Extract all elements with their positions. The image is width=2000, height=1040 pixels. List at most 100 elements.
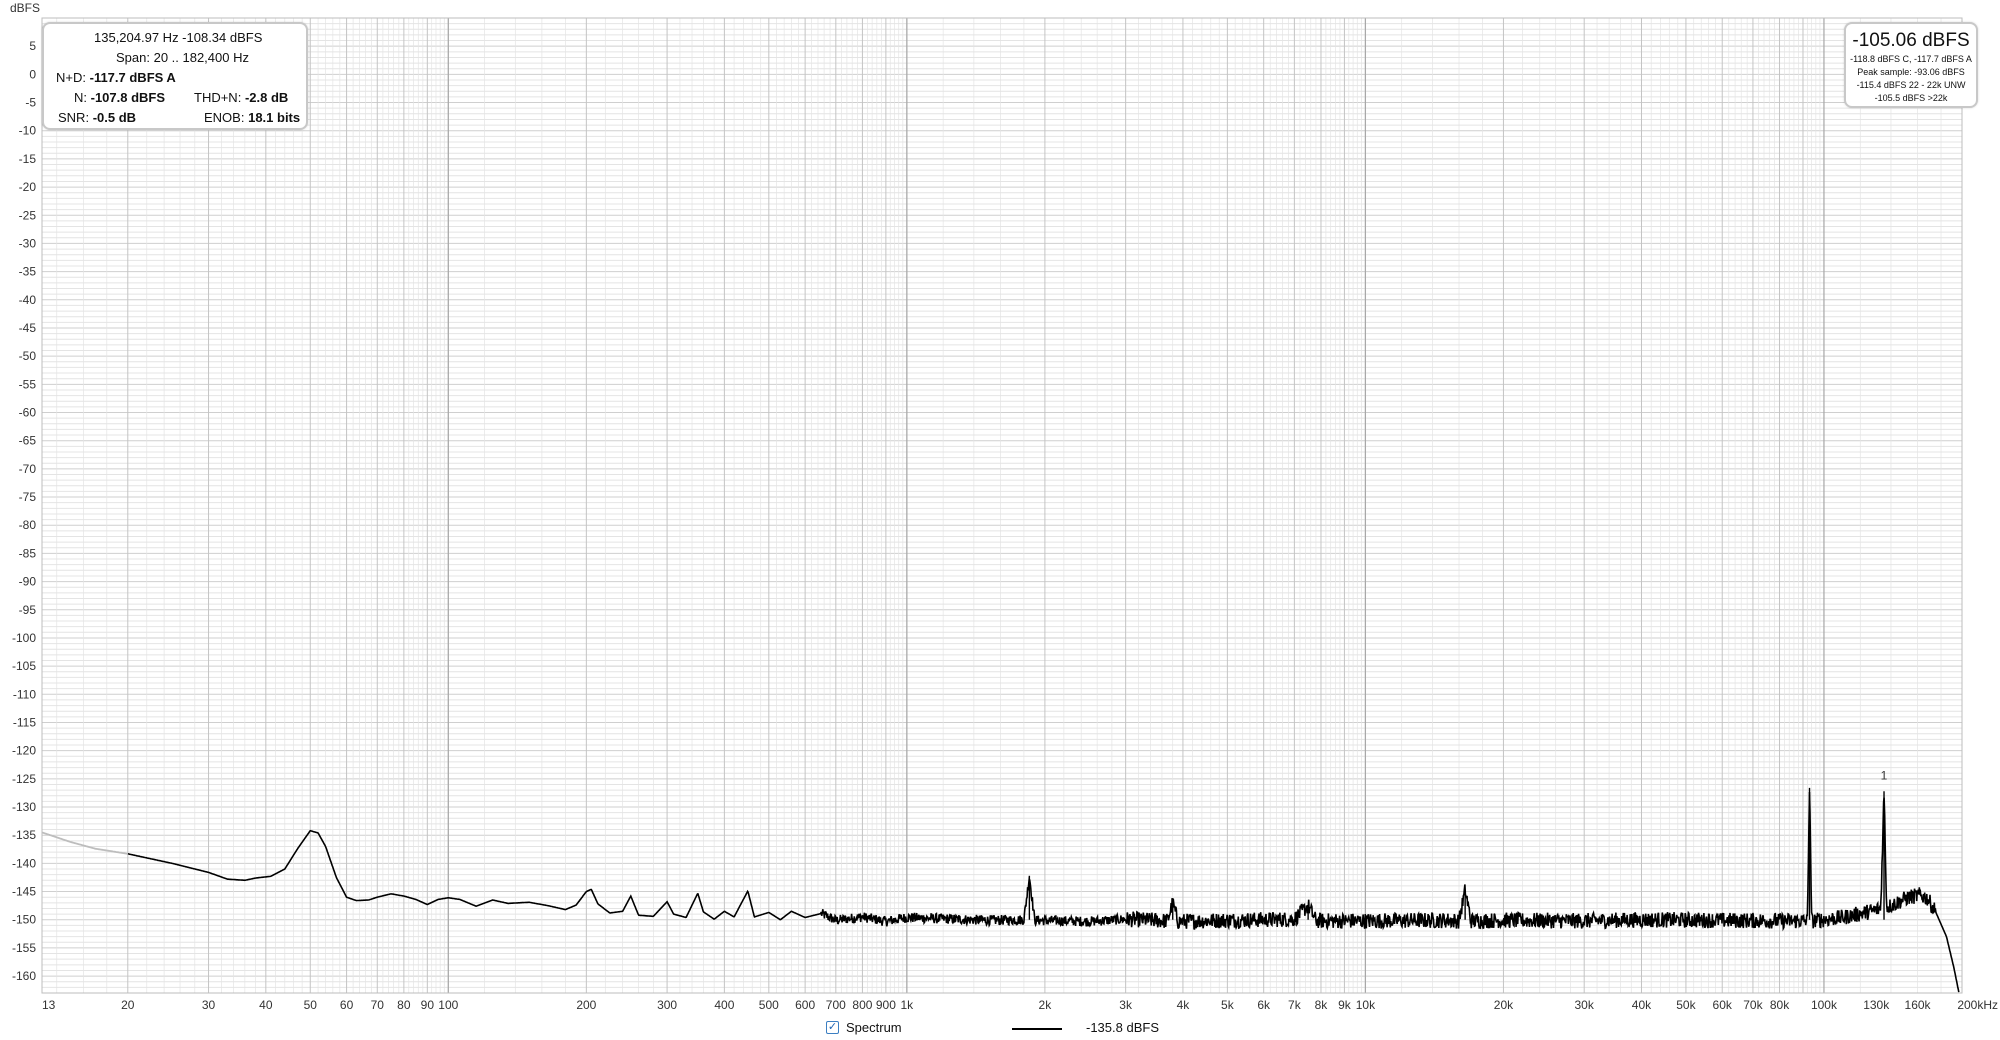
n-label: N: [74, 90, 87, 105]
x-tick-label: 13 [42, 998, 56, 1012]
thdn-value: -2.8 dB [244, 90, 289, 105]
peak-marker-label: 1 [1881, 768, 1888, 782]
x-tick-label: 5k [1221, 998, 1235, 1012]
enob-value: 18.1 bits [248, 110, 301, 125]
y-tick-label: 0 [29, 67, 36, 81]
enob-readout: ENOB: 18.1 bits [204, 108, 300, 128]
y-tick-label: -25 [19, 208, 37, 222]
y-tick-label: -75 [19, 490, 37, 504]
y-tick-label: -90 [19, 575, 37, 589]
legend-series-value: -135.8 dBFS [1086, 1020, 1159, 1035]
x-tick-label: 4k [1177, 998, 1191, 1012]
x-tick-label: 30 [202, 998, 216, 1012]
y-tick-label: -105 [12, 659, 36, 673]
level-unweighted: -115.4 dBFS 22 - 22k UNW [1856, 80, 1966, 90]
nd-label: N+D: [56, 70, 86, 85]
thdn-readout: THD+N: -2.8 dB [194, 88, 288, 108]
x-tick-label: 9k [1338, 998, 1352, 1012]
y-tick-label: -60 [19, 406, 37, 420]
y-tick-label: -20 [19, 180, 37, 194]
nd-readout: N+D: -117.7 dBFS A [56, 68, 176, 88]
y-tick-label: -155 [12, 941, 36, 955]
span-readout: Span: 20 .. 182,400 Hz [116, 50, 249, 65]
x-tick-label: 200kHz [1957, 998, 1998, 1012]
legend-series-label[interactable]: Spectrum [846, 1020, 902, 1035]
y-tick-label: -115 [13, 715, 36, 729]
y-tick-label: -35 [19, 265, 37, 279]
x-tick-label: 500 [759, 998, 779, 1012]
y-tick-label: -150 [12, 913, 36, 927]
x-tick-label: 6k [1257, 998, 1271, 1012]
y-tick-label: -95 [19, 603, 37, 617]
x-tick-label: 300 [657, 998, 677, 1012]
x-tick-label: 20 [121, 998, 135, 1012]
x-tick-label: 30k [1575, 998, 1595, 1012]
x-tick-label: 20k [1494, 998, 1514, 1012]
y-tick-label: -140 [12, 856, 36, 870]
x-tick-label: 50 [304, 998, 318, 1012]
y-tick-label: -110 [13, 687, 36, 701]
level-weighted: -118.8 dBFS C, -117.7 dBFS A [1850, 54, 1972, 64]
annotation-layer: 1 [1881, 768, 1888, 782]
y-tick-label: -160 [12, 969, 36, 983]
spectrum-visibility-checkbox[interactable]: ✓ [826, 1021, 839, 1034]
y-tick-label: -120 [12, 744, 36, 758]
x-tick-label: 2k [1039, 998, 1053, 1012]
y-tick-label: -70 [19, 462, 37, 476]
n-readout: N: -107.8 dBFS [74, 88, 165, 108]
x-tick-label: 80 [397, 998, 411, 1012]
x-tick-label: 130k [1863, 998, 1890, 1012]
y-tick-label: -125 [12, 772, 36, 786]
y-tick-label: -15 [19, 152, 37, 166]
y-axis-unit-label: dBFS [10, 1, 40, 15]
y-tick-label: 5 [29, 39, 36, 53]
x-tick-label: 800 [852, 998, 872, 1012]
level-above-22k: -105.5 dBFS >22k [1874, 93, 1948, 103]
y-tick-label: -130 [12, 800, 36, 814]
level-peak-sample: Peak sample: -93.06 dBFS [1857, 67, 1965, 77]
nd-value: -117.7 dBFS A [89, 70, 176, 85]
spectrum-chart: 50-5-10-15-20-25-30-35-40-45-50-55-60-65… [10, 1, 1998, 1012]
x-tick-label: 3k [1119, 998, 1133, 1012]
y-tick-label: -85 [19, 546, 37, 560]
y-tick-label: -50 [19, 349, 37, 363]
snr-label: SNR: [58, 110, 90, 125]
legend-line-swatch [1012, 1028, 1062, 1030]
legend: ✓ Spectrum -135.8 dBFS [0, 1018, 2000, 1040]
x-tick-label: 1k [901, 998, 915, 1012]
y-tick-label: -100 [12, 631, 36, 645]
y-tick-label: -40 [19, 293, 37, 307]
x-tick-label: 200 [576, 998, 596, 1012]
x-tick-label: 700 [826, 998, 846, 1012]
y-axis-tick-labels: 5 0 -5 -10 -15 -20 -25 -30 -35 -40 -45 -50 -55 -60 -65… [12, 39, 36, 983]
y-tick-label: -10 [19, 124, 37, 138]
y-tick-label: -30 [19, 236, 37, 250]
x-tick-label: 10k [1356, 998, 1376, 1012]
y-tick-label: -55 [19, 377, 37, 391]
x-tick-label: 40k [1632, 998, 1652, 1012]
x-tick-label: 70 [371, 998, 385, 1012]
x-tick-label: 600 [795, 998, 815, 1012]
level-main-value: -105.06 dBFS [1852, 30, 1970, 51]
x-tick-label: 40 [259, 998, 273, 1012]
y-tick-label: -80 [19, 518, 37, 532]
y-tick-label: -65 [19, 434, 37, 448]
x-tick-label: 90 [421, 998, 435, 1012]
thdn-label: THD+N: [194, 90, 242, 105]
y-tick-label: -5 [25, 96, 36, 110]
x-tick-label: 80k [1770, 998, 1790, 1012]
x-tick-label: 50k [1676, 998, 1696, 1012]
x-tick-label: 160k [1905, 998, 1932, 1012]
x-tick-label: 60k [1713, 998, 1733, 1012]
x-tick-label: 70k [1743, 998, 1763, 1012]
y-tick-label: -145 [12, 885, 36, 899]
x-tick-label: 400 [714, 998, 734, 1012]
snr-value: -0.5 dB [92, 110, 137, 125]
x-tick-label: 7k [1288, 998, 1302, 1012]
level-meter-panel[interactable]: -105.06 dBFS -118.8 dBFS C, -117.7 dBFS … [1844, 22, 1978, 108]
x-tick-label: 100 [438, 998, 458, 1012]
snr-readout: SNR: -0.5 dB [58, 108, 136, 128]
y-tick-label: -135 [12, 828, 36, 842]
enob-label: ENOB: [204, 110, 245, 125]
measurement-panel[interactable]: 135,204.97 Hz -108.34 dBFS Span: 20 .. 1… [42, 22, 308, 130]
